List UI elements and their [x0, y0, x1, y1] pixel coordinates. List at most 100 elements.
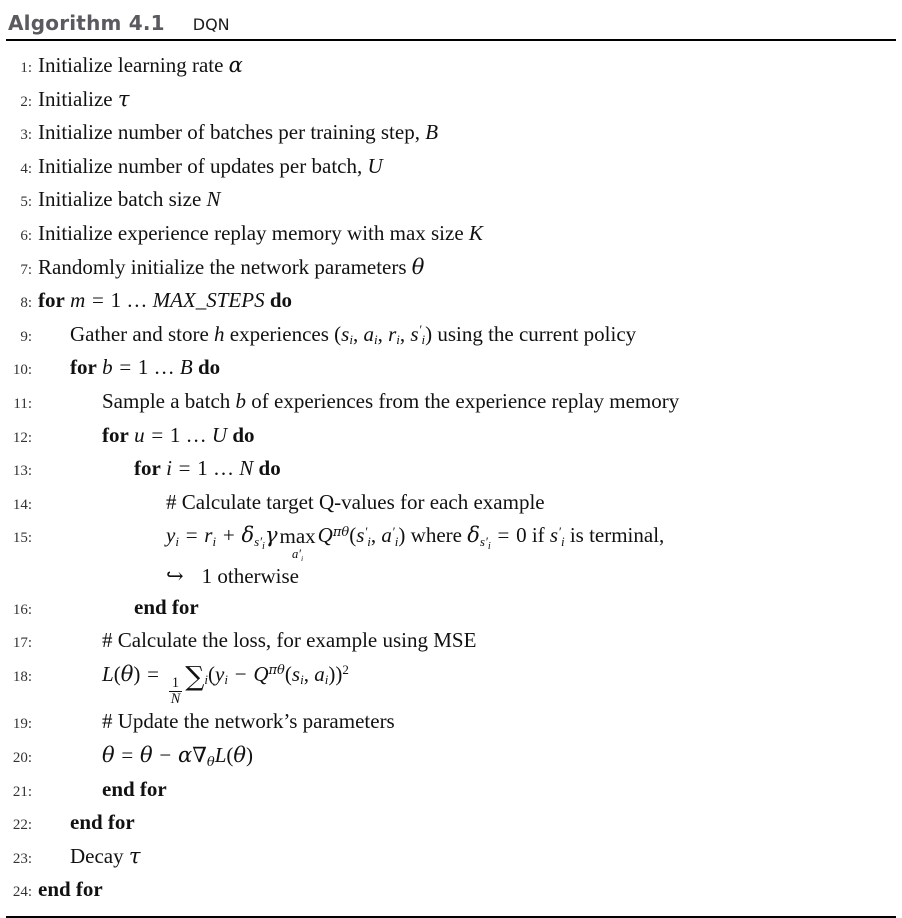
symbol-tau: τ [117, 86, 130, 111]
var-U: U [211, 422, 228, 447]
var-m: m [70, 288, 86, 313]
line-number: 22: [12, 817, 32, 834]
kw-initialize: Initialize [38, 86, 113, 111]
kw-end-for: end for [134, 594, 199, 619]
var-i: i [166, 456, 172, 481]
symbol-theta: θ [206, 754, 215, 770]
line-content: for m = 1 … MAX_STEPS do [38, 285, 902, 316]
kw-initialize: Initialize [38, 220, 113, 245]
text-one-otherwise: 1 otherwise [201, 563, 300, 588]
algorithm-line: 24: end for [0, 874, 902, 908]
algorithm-line: 23: Decay τ [0, 841, 902, 875]
kw-for: for [102, 422, 129, 447]
var-a: a [381, 523, 392, 548]
line-content: # Calculate target Q-values for each exa… [38, 487, 902, 518]
algorithm-line: 11: Sample a batch b of experiences from… [0, 386, 902, 420]
algorithm-line: 21: end for [0, 774, 902, 808]
value-zero: 0 [516, 523, 527, 548]
kw-do: do [258, 456, 281, 481]
var-b: b [102, 355, 113, 380]
op-equals: = [178, 456, 191, 481]
kw-end-for: end for [102, 776, 167, 801]
algorithm-header: Algorithm 4.1 DQN [0, 0, 902, 35]
fraction-numerator: 1 [171, 674, 180, 691]
const-max-steps: MAX_STEPS [152, 288, 265, 313]
summation-icon: ∑ [185, 661, 205, 693]
algorithm-line: 5: Initialize batch size N [0, 184, 902, 218]
sub-i: i [262, 540, 265, 552]
sub-i: i [300, 672, 304, 688]
algorithm-line: 3: Initialize number of batches per trai… [0, 117, 902, 151]
text-decay: Decay [70, 843, 124, 868]
var-L: L [214, 743, 227, 767]
sub-i: i [224, 672, 228, 688]
sub-s-prime-i: s′i [254, 534, 265, 552]
sub-i: i [204, 672, 209, 688]
var-U: U [367, 153, 383, 178]
max-operator: max a′i [279, 524, 316, 562]
line-number: 15: [12, 530, 32, 547]
line-content: Initialize batch size N [38, 184, 902, 215]
line-number: 13: [12, 463, 32, 480]
var-L: L [102, 661, 114, 686]
line-content: L(θ) = 1 N ∑i(yi − Qπθ(si, ai))2 [102, 661, 349, 707]
var-N: N [206, 187, 221, 212]
var-a: a [363, 321, 374, 346]
op-minus: − [159, 743, 172, 767]
line-number: 12: [12, 429, 32, 446]
line-number: 14: [12, 496, 32, 513]
line-number: 4: [20, 160, 32, 177]
text-replay-memory: experience replay memory with max size [117, 220, 464, 245]
algorithm-line: 14: # Calculate target Q-values for each… [0, 487, 902, 521]
symbol-theta: θ [233, 743, 247, 767]
algorithm-line: 15: yi = ri + δs′iγ max a′i Qπθ(s′i, a′i) w… [0, 520, 902, 562]
symbol-theta: θ [411, 254, 425, 279]
line-number: 2: [20, 93, 32, 110]
kw-initialize: Initialize [38, 120, 113, 145]
max-label: max [279, 524, 316, 549]
text-is-terminal: is terminal, [569, 523, 665, 548]
kw-end-for: end for [70, 810, 135, 835]
var-Q: Q [317, 523, 333, 548]
symbol-pi: π [268, 662, 278, 678]
op-equals: = [147, 661, 159, 686]
line-number: 6: [20, 227, 32, 244]
text-gather: Gather and store [70, 321, 209, 346]
text-batch-size: batch size [117, 187, 202, 212]
text-sample: Sample a batch [102, 388, 231, 413]
line-content: end for [38, 807, 902, 838]
algorithm-line: 12: for u = 1 … U do [0, 420, 902, 454]
sup-pi-theta: πθ [268, 662, 284, 677]
kw-for: for [70, 355, 97, 380]
symbol-theta: θ [277, 662, 285, 678]
line-content: Initialize experience replay memory with… [38, 218, 902, 249]
var-s-prime: s [410, 321, 419, 346]
var-a: a [314, 661, 325, 686]
var-h: h [214, 321, 225, 346]
line-number: 17: [12, 635, 32, 652]
line-content: Gather and store h experiences (si, ai, … [70, 321, 637, 348]
var-s: s [549, 523, 559, 548]
algorithm-line: 6: Initialize experience replay memory w… [0, 218, 902, 252]
symbol-theta: θ [120, 661, 134, 686]
var-y: y [215, 661, 225, 686]
text-if: if [531, 523, 545, 548]
var-y: y [166, 523, 176, 548]
sub-i: i [367, 533, 371, 549]
line-content: Initialize number of updates per batch, … [38, 151, 902, 182]
kw-for: for [38, 288, 65, 313]
sub-i: i [373, 332, 378, 348]
algorithm-block: Algorithm 4.1 DQN 1: Initialize learning… [0, 0, 902, 918]
text-num-batches: number of batches per training step, [117, 120, 420, 145]
line-number: 20: [12, 750, 32, 766]
range-dots: 1 … [197, 456, 235, 481]
text-using-policy: using the current policy [437, 321, 637, 346]
comment-update: # Update the network’s parameters [102, 709, 395, 734]
text-experiences: experiences [229, 321, 329, 346]
sub-i: i [421, 332, 426, 348]
algorithm-line: 17: # Calculate the loss, for example us… [0, 625, 902, 659]
sub-i: i [212, 533, 217, 549]
text-randomly-init: Randomly initialize the network paramete… [38, 254, 407, 279]
symbol-theta: θ [341, 524, 350, 540]
symbol-delta: δ [241, 523, 255, 548]
